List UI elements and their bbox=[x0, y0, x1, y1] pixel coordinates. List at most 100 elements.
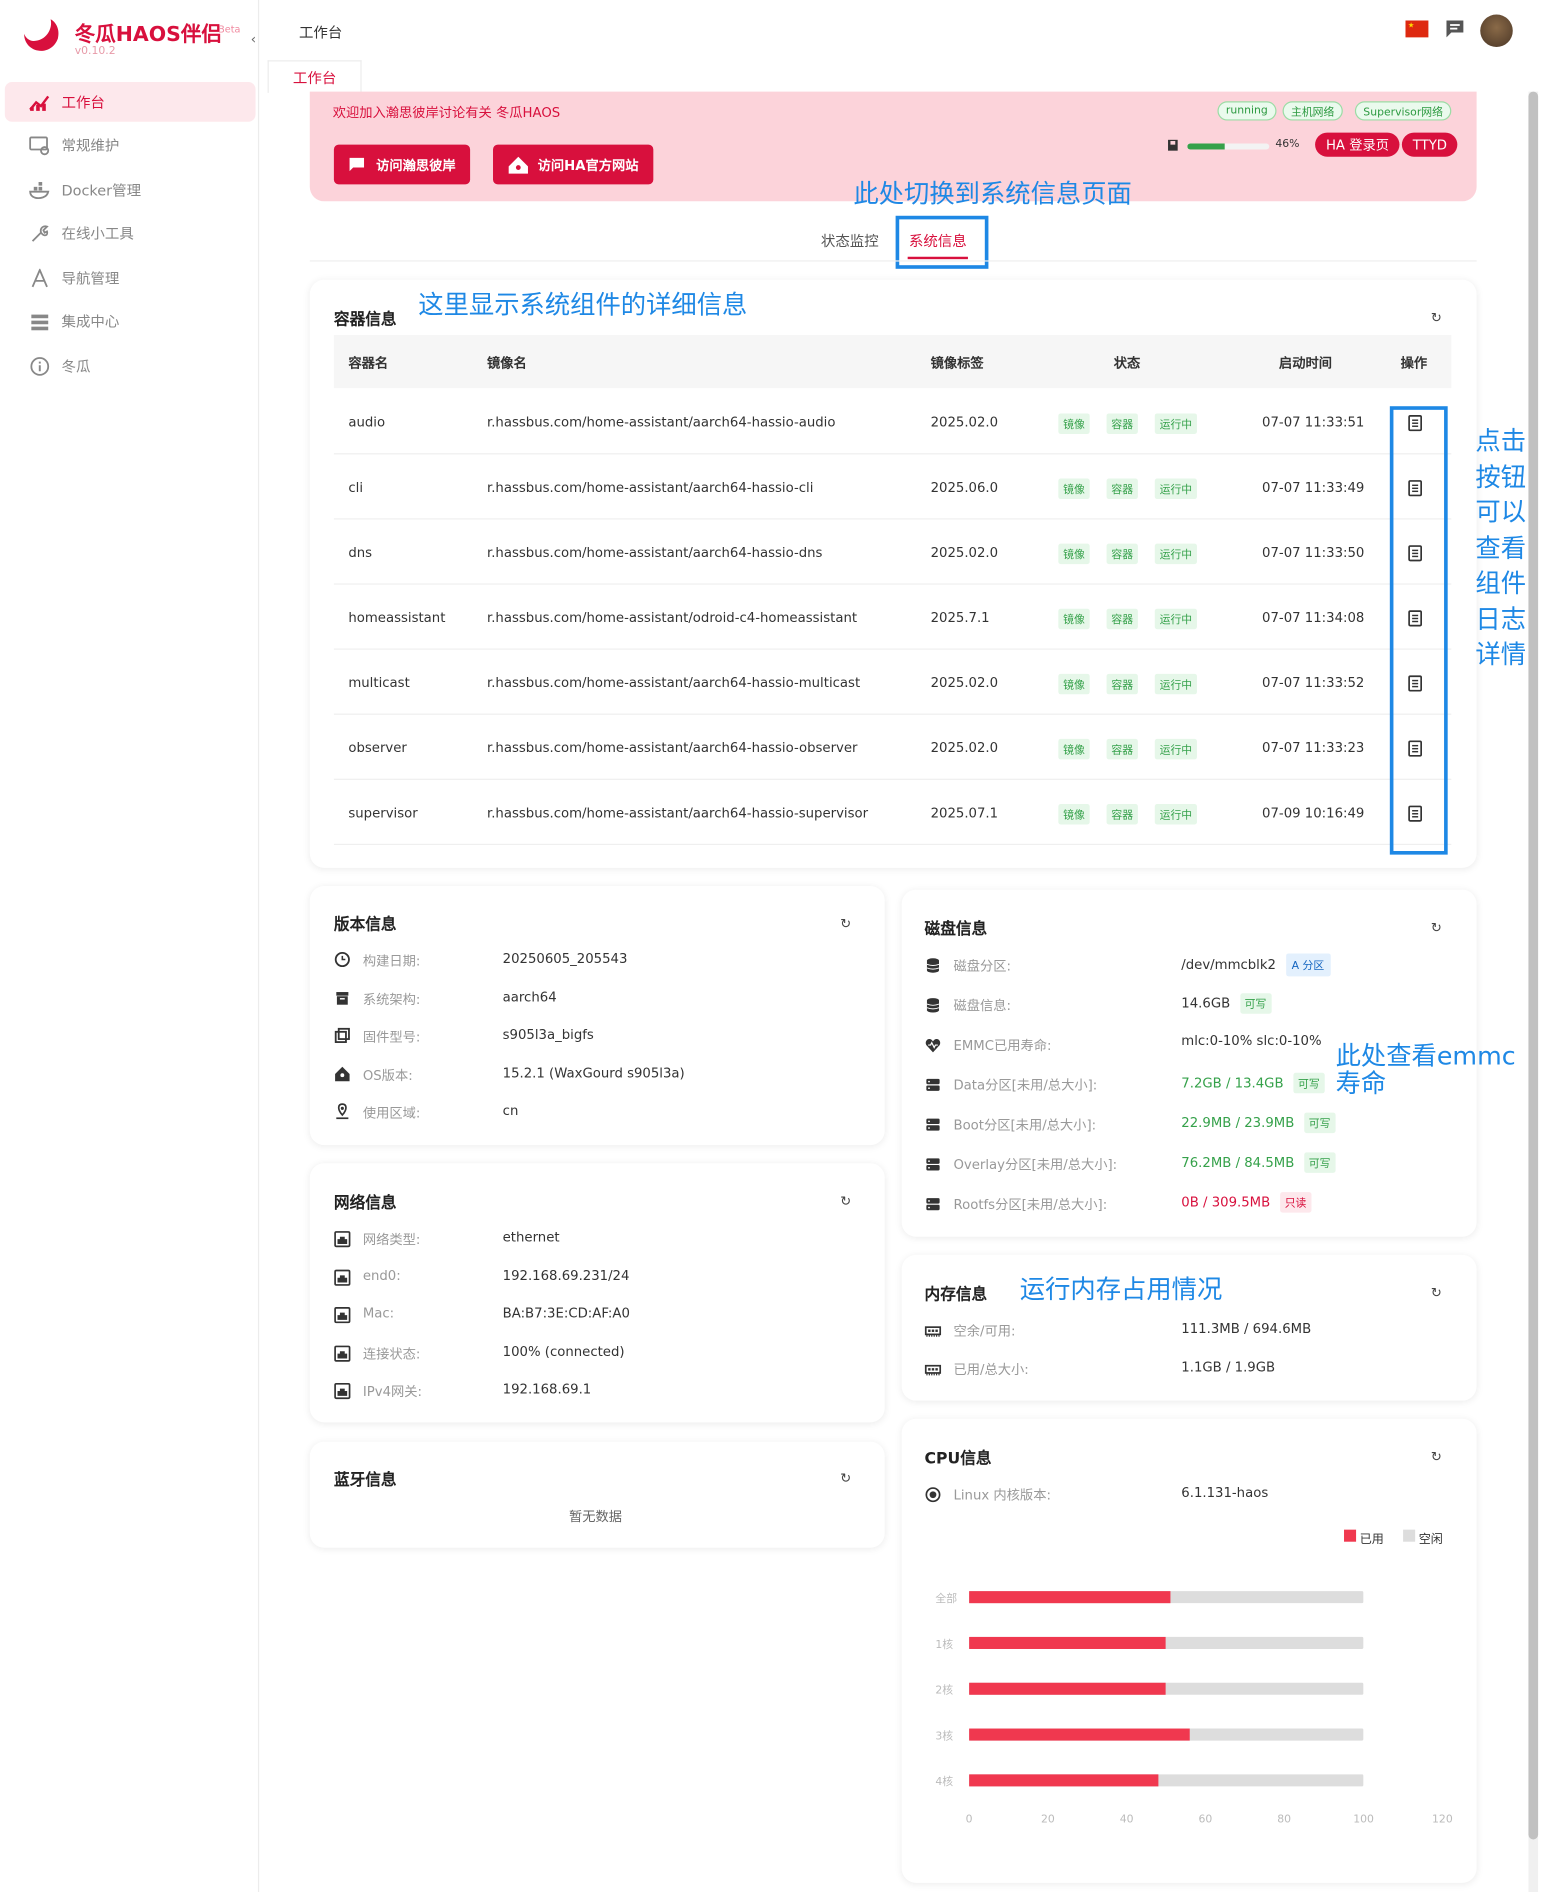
refresh-bluetooth-icon[interactable]: ↻ bbox=[840, 1471, 851, 1487]
network-value: 192.168.69.231/24 bbox=[502, 1267, 630, 1284]
sidebar-item-label: 冬瓜 bbox=[61, 358, 91, 375]
disk-value-wrap: 0B / 309.5MB 只读 bbox=[1181, 1192, 1312, 1213]
chart-bar-used bbox=[969, 1636, 1167, 1649]
database-icon bbox=[925, 957, 942, 974]
start-time: 07-07 11:33:51 bbox=[1262, 414, 1365, 431]
ha-login-button[interactable]: HA 登录页 bbox=[1315, 132, 1400, 157]
memory-label: 已用/总大小: bbox=[953, 1362, 1029, 1378]
status-badge-running: running bbox=[1217, 101, 1277, 121]
disk-value: 7.2GB / 13.4GB bbox=[1181, 1075, 1284, 1091]
sidebar-item-dashboard[interactable]: 工作台 bbox=[4, 81, 256, 122]
tab-dashboard[interactable]: 工作台 bbox=[267, 60, 362, 93]
legend-used-label: 已用 bbox=[1359, 1533, 1384, 1547]
sidebar-item-label: Docker管理 bbox=[61, 182, 142, 199]
annotation-memory: 运行内存占用情况 bbox=[1019, 1275, 1223, 1305]
col-header-tag: 镜像标签 bbox=[930, 355, 984, 372]
status-tag: 镜像 bbox=[1058, 413, 1090, 434]
status-tag: 镜像 bbox=[1058, 543, 1090, 565]
disk-value-wrap: 76.2MB / 84.5MB 可写 bbox=[1181, 1152, 1336, 1173]
sidebar-item-label: 导航管理 bbox=[61, 270, 120, 287]
legend-free-swatch bbox=[1403, 1529, 1416, 1542]
app-title: 冬瓜HAOS伴侣 bbox=[74, 22, 222, 48]
language-flag-icon[interactable]: ★ bbox=[1405, 20, 1429, 38]
ethernet-icon bbox=[334, 1344, 351, 1362]
visit-forum-button[interactable]: 访问瀚思彼岸 bbox=[333, 144, 471, 185]
archive-icon bbox=[334, 990, 351, 1007]
network-label: end0: bbox=[362, 1267, 401, 1284]
refresh-containers-icon[interactable]: ↻ bbox=[1431, 310, 1442, 326]
beta-badge: Beta bbox=[218, 24, 241, 35]
network-label: 网络类型: bbox=[362, 1231, 421, 1248]
ethernet-icon bbox=[334, 1307, 351, 1324]
refresh-memory-icon[interactable]: ↻ bbox=[1431, 1285, 1442, 1301]
home-assistant-icon bbox=[334, 1066, 351, 1083]
disk-value: mlc:0-10% slc:0-10% bbox=[1181, 1033, 1322, 1049]
start-time: 07-09 10:16:49 bbox=[1262, 805, 1365, 821]
storage-progress-bar bbox=[1187, 143, 1270, 150]
refresh-disk-icon[interactable]: ↻ bbox=[1431, 920, 1442, 936]
status-badge-host-network: 主机网络 bbox=[1282, 101, 1343, 121]
scrollbar-thumb[interactable] bbox=[1528, 91, 1539, 1840]
message-icon[interactable] bbox=[1445, 19, 1467, 39]
network-value: 100% (connected) bbox=[502, 1343, 625, 1360]
start-time: 07-07 11:33:49 bbox=[1262, 479, 1365, 496]
status-tag: 容器 bbox=[1106, 543, 1138, 565]
col-header-start-time: 启动时间 bbox=[1278, 355, 1332, 372]
chart-x-tick: 20 bbox=[1040, 1814, 1055, 1827]
annotation-logs: 点击按钮可以查看组件日志详情 bbox=[1475, 426, 1527, 669]
version-label: 系统架构: bbox=[362, 991, 421, 1008]
tab-status-monitor[interactable]: 状态监控 bbox=[821, 230, 879, 250]
chart-category-label: 3核 bbox=[935, 1730, 954, 1744]
visit-ha-button[interactable]: 访问HA官方网站 bbox=[493, 144, 654, 185]
chart-x-tick: 100 bbox=[1353, 1814, 1374, 1827]
server-icon bbox=[925, 1116, 942, 1133]
container-name: multicast bbox=[348, 675, 410, 691]
sidebar-item-maintenance[interactable]: 常规维护 bbox=[5, 125, 256, 165]
disk-value-wrap: 22.9MB / 23.9MB 可写 bbox=[1181, 1112, 1336, 1134]
storage-progress-fill bbox=[1187, 143, 1226, 150]
image-tag: 2025.02.0 bbox=[930, 544, 999, 561]
ttyd-button[interactable]: TTYD bbox=[1401, 132, 1458, 157]
status-tag: 运行中 bbox=[1154, 673, 1197, 695]
refresh-cpu-icon[interactable]: ↻ bbox=[1431, 1449, 1442, 1465]
sidebar-item-integration[interactable]: 集成中心 bbox=[5, 301, 256, 341]
app-version: v0.10.2 bbox=[74, 45, 116, 58]
version-label: 固件型号: bbox=[362, 1029, 421, 1046]
network-label: IPv4网关: bbox=[362, 1383, 423, 1400]
sidebar-item-docker[interactable]: Docker管理 bbox=[5, 170, 256, 210]
disk-value-wrap: 7.2GB / 13.4GB 可写 bbox=[1181, 1072, 1325, 1094]
disk-tag: 可写 bbox=[1303, 1152, 1336, 1173]
kernel-value: 6.1.131-haos bbox=[1181, 1485, 1269, 1501]
memory-icon bbox=[924, 1322, 942, 1339]
sidebar-item-tools[interactable]: 在线小工具 bbox=[5, 213, 256, 253]
avatar[interactable] bbox=[1480, 14, 1513, 48]
disk-value: 14.6GB bbox=[1181, 995, 1231, 1012]
chart-category-label: 4核 bbox=[935, 1776, 954, 1789]
sidebar-item-label: 在线小工具 bbox=[61, 225, 134, 243]
copy-icon bbox=[334, 1027, 351, 1044]
wrench-icon bbox=[29, 222, 51, 244]
image-tag: 2025.06.0 bbox=[930, 479, 999, 496]
legend-free-label: 空闲 bbox=[1418, 1533, 1443, 1547]
server-icon bbox=[925, 1156, 942, 1173]
annotation-detail: 这里显示系统组件的详细信息 bbox=[418, 290, 748, 320]
status-tag: 容器 bbox=[1106, 478, 1138, 500]
version-info-title: 版本信息 bbox=[333, 916, 397, 935]
tabs-divider bbox=[309, 260, 1477, 262]
sidebar-item-about[interactable]: 冬瓜 bbox=[5, 346, 256, 386]
disk-value-wrap: 14.6GB 可写 bbox=[1181, 993, 1272, 1014]
chart-category-label: 1核 bbox=[935, 1639, 954, 1652]
refresh-network-icon[interactable]: ↻ bbox=[840, 1193, 851, 1209]
start-time: 07-07 11:33:50 bbox=[1262, 544, 1365, 561]
visit-ha-label: 访问HA官方网站 bbox=[537, 157, 639, 173]
sidebar-item-navigation[interactable]: 导航管理 bbox=[5, 258, 256, 298]
chart-x-tick: 80 bbox=[1277, 1814, 1292, 1827]
image-tag: 2025.07.1 bbox=[930, 805, 999, 821]
disk-label: 磁盘分区: bbox=[953, 958, 1011, 974]
image-name: r.hassbus.com/home-assistant/aarch64-has… bbox=[486, 675, 861, 691]
refresh-version-icon[interactable]: ↻ bbox=[840, 916, 851, 932]
disk-value-wrap: /dev/mmcblk2 A 分区 bbox=[1181, 953, 1331, 977]
memory-label: 空余/可用: bbox=[953, 1323, 1016, 1340]
collapse-sidebar-icon[interactable]: ‹ bbox=[251, 31, 256, 47]
image-name: r.hassbus.com/home-assistant/odroid-c4-h… bbox=[486, 609, 858, 626]
